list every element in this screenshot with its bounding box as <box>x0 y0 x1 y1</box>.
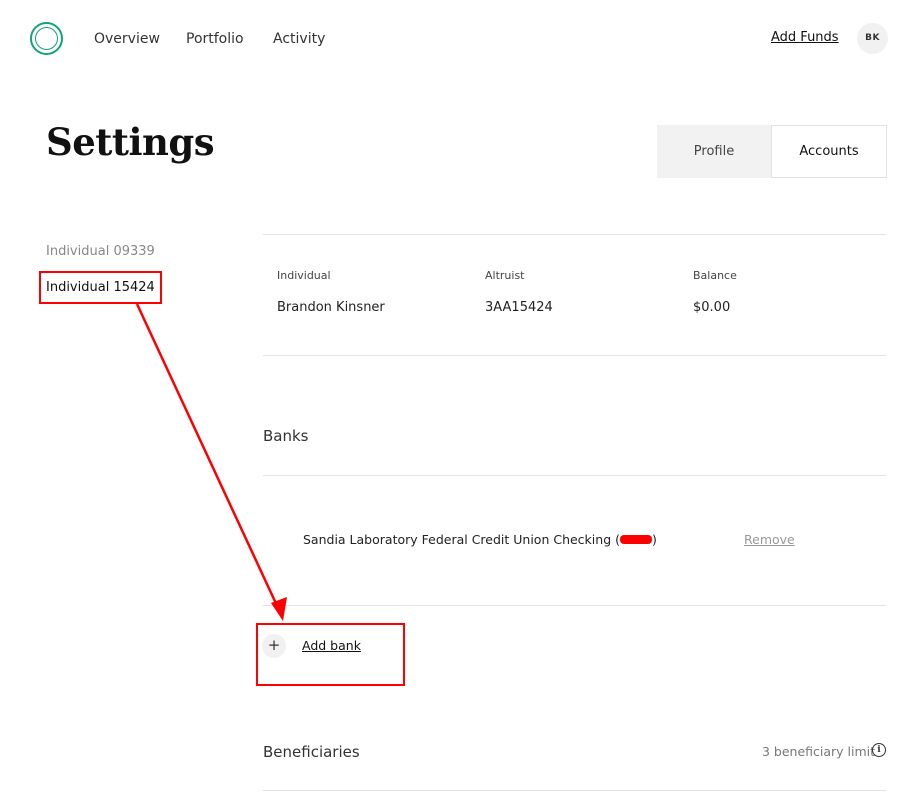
redaction-mark <box>619 535 652 544</box>
nav-overview[interactable]: Overview <box>94 31 160 47</box>
divider <box>263 355 886 356</box>
bank-name-suffix: ) <box>651 532 657 547</box>
banks-title: Banks <box>263 427 309 445</box>
divider <box>263 605 886 606</box>
sidebar-item-individual-09339[interactable]: Individual 09339 <box>46 244 155 259</box>
nav-activity[interactable]: Activity <box>273 31 325 47</box>
remove-bank-link[interactable]: Remove <box>744 532 795 547</box>
annotation-arrow-head <box>271 597 287 621</box>
account-balance: $0.00 <box>693 300 731 315</box>
add-funds-link[interactable]: Add Funds <box>771 30 839 45</box>
settings-tabs: Profile Accounts <box>657 125 887 178</box>
info-icon[interactable]: i <box>872 743 886 757</box>
nav-portfolio[interactable]: Portfolio <box>186 31 244 47</box>
beneficiaries-title: Beneficiaries <box>263 743 360 761</box>
tab-accounts[interactable]: Accounts <box>771 125 887 178</box>
col-header-altruist: Altruist <box>485 269 525 282</box>
annotation-highlight-sidebar <box>39 271 162 304</box>
bank-item-name: Sandia Laboratory Federal Credit Union C… <box>303 532 657 547</box>
annotation-arrow-line <box>135 303 281 611</box>
annotation-arrow <box>135 303 287 621</box>
page-title: Settings <box>46 120 215 164</box>
account-number: 3AA15424 <box>485 300 553 315</box>
col-header-individual: Individual <box>277 269 331 282</box>
annotation-highlight-add-bank <box>256 623 405 686</box>
divider <box>263 790 886 791</box>
account-holder-name: Brandon Kinsner <box>277 300 385 315</box>
bank-name-text: Sandia Laboratory Federal Credit Union C… <box>303 532 620 547</box>
avatar[interactable]: BK <box>857 23 888 54</box>
divider <box>263 475 886 476</box>
col-header-balance: Balance <box>693 269 737 282</box>
beneficiary-limit-text: 3 beneficiary limit <box>762 744 876 759</box>
divider <box>263 234 886 235</box>
brand-logo-icon[interactable] <box>30 22 63 55</box>
tab-profile[interactable]: Profile <box>657 125 771 178</box>
